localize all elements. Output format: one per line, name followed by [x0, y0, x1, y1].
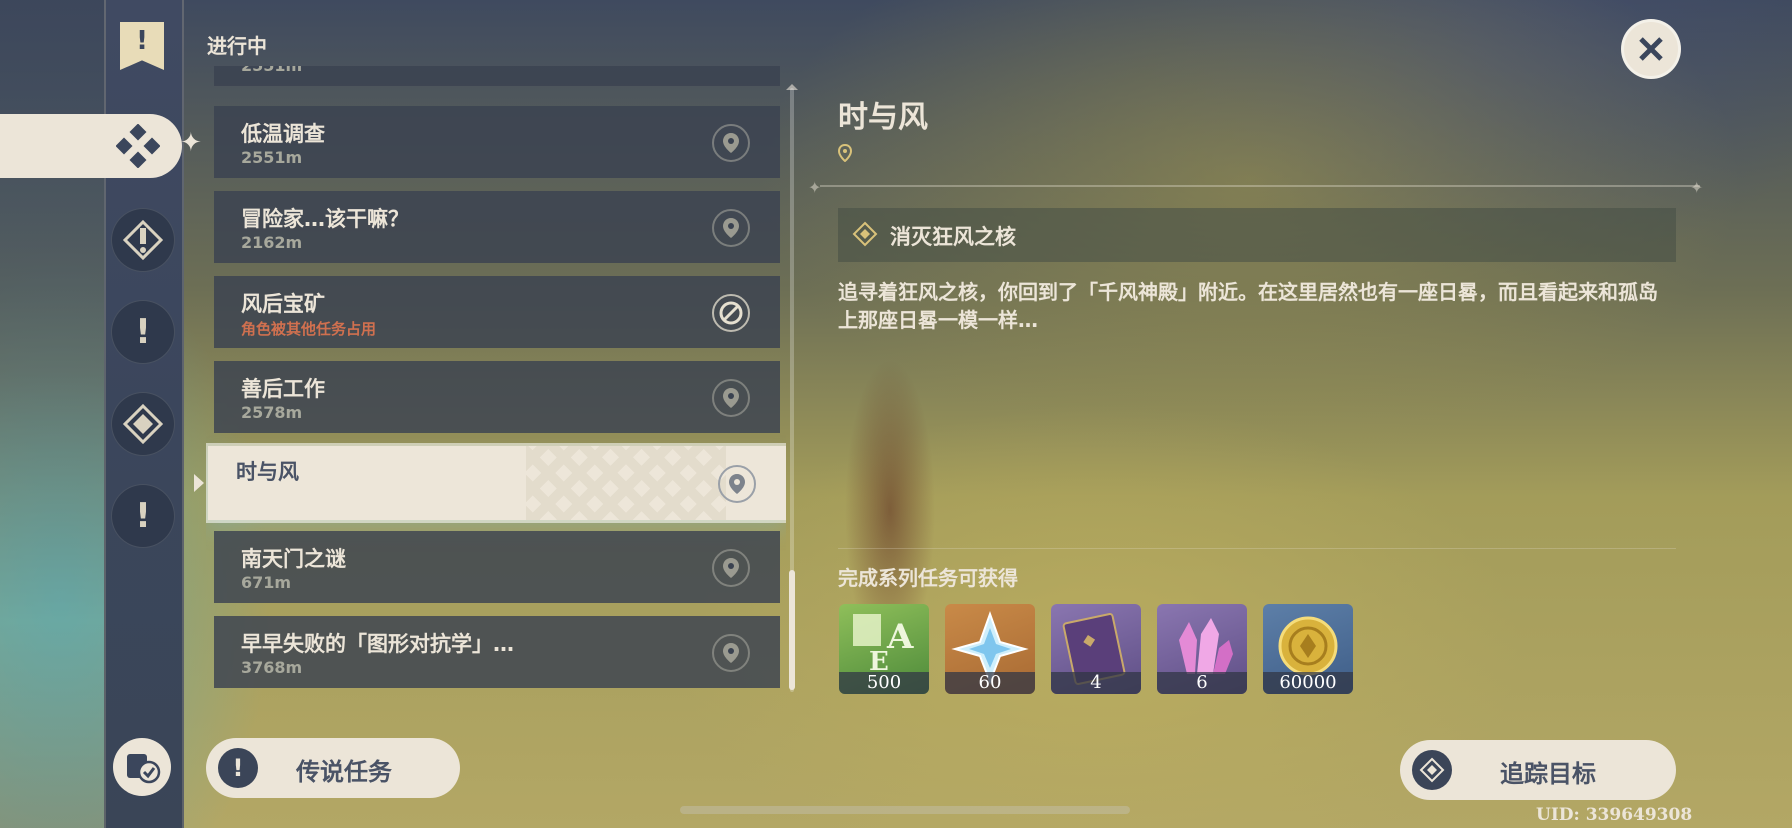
map-pin-icon[interactable] — [712, 209, 750, 247]
rail-tab-archon-quests[interactable] — [111, 208, 175, 272]
quest-title: 低温调查 — [241, 122, 325, 146]
quest-title: 早早失败的「图形对抗学」… — [241, 632, 514, 656]
legend-quest-icon: ! — [218, 748, 258, 788]
quest-item[interactable]: 低温调查 2551m — [214, 106, 780, 178]
exclamation-icon: ! — [135, 496, 151, 536]
close-button[interactable] — [1621, 19, 1681, 79]
quest-title: 善后工作 — [241, 377, 325, 401]
objective-diamond-icon — [852, 221, 878, 247]
track-objective-label: 追踪目标 — [1500, 760, 1596, 788]
objective-text: 消灭狂风之核 — [890, 225, 1016, 249]
quest-distance: 2551m — [241, 66, 302, 75]
quest-distance: 671m — [241, 573, 292, 592]
rail-tab-event-quests[interactable]: ! — [111, 484, 175, 548]
reward-count: 500 — [839, 672, 929, 694]
quest-distance: 2162m — [241, 233, 303, 252]
player-uid: UID: 339649308 — [1536, 805, 1693, 825]
rewards-divider — [838, 548, 1676, 549]
map-pin-icon[interactable] — [712, 379, 750, 417]
svg-text:A: A — [886, 617, 914, 657]
reward-count: 6 — [1157, 672, 1247, 694]
selected-sparkle-icon: ✦ — [180, 128, 202, 158]
legend-quests-label: 传说任务 — [296, 758, 392, 786]
quest-title: 风后宝矿 — [241, 292, 325, 316]
world-quest-icon — [116, 124, 160, 168]
quest-item[interactable]: 2551m — [214, 66, 780, 86]
map-pin-icon[interactable] — [712, 124, 750, 162]
reward-heros-wit[interactable]: 4 — [1051, 604, 1141, 694]
quest-item[interactable]: 早早失败的「图形对抗学」… 3768m — [214, 616, 780, 688]
map-pin-icon[interactable] — [712, 549, 750, 587]
divider-ornament-left: ✦ — [808, 178, 822, 197]
scrollbar-thumb[interactable] — [789, 570, 795, 690]
bottom-handle — [680, 806, 1130, 814]
current-objective: 消灭狂风之核 — [838, 208, 1676, 262]
quest-list: 2551m 低温调查 2551m 冒险家…该干嘛？ 2162m 风后宝矿 角色被… — [206, 66, 786, 694]
archon-quest-icon — [122, 219, 164, 261]
track-diamond-icon — [1412, 750, 1452, 790]
commission-icon — [122, 403, 164, 445]
quest-blocked-notice: 角色被其他任务占用 — [241, 320, 377, 338]
title-divider — [820, 185, 1700, 187]
reward-adventure-exp[interactable]: A E 500 — [839, 604, 929, 694]
rail-tab-world-quests[interactable] — [0, 114, 182, 178]
quest-list-scrollbar[interactable] — [789, 88, 795, 692]
map-pin-icon[interactable] — [718, 465, 756, 503]
quest-item[interactable]: 风后宝矿 角色被其他任务占用 — [214, 276, 780, 348]
exclamation-icon: ! — [135, 312, 151, 352]
quest-item-selected[interactable]: 时与风 — [208, 446, 786, 520]
map-pin-icon[interactable] — [712, 634, 750, 672]
quest-item[interactable]: 南天门之谜 671m — [214, 531, 780, 603]
legend-quests-button[interactable]: ! 传说任务 — [206, 738, 460, 798]
reward-primogem[interactable]: 60 — [945, 604, 1035, 694]
quest-history-button[interactable] — [113, 738, 171, 796]
quest-title: 时与风 — [236, 460, 299, 484]
rail-tab-story-quests[interactable]: ! — [111, 300, 175, 364]
reward-mora[interactable]: 60000 — [1263, 604, 1353, 694]
selection-arrow-icon — [194, 474, 204, 492]
category-title: 进行中 — [207, 34, 267, 58]
quest-distance: 2578m — [241, 403, 303, 422]
rewards-title: 完成系列任务可获得 — [838, 566, 1018, 590]
close-icon — [1639, 37, 1663, 61]
location-pin-icon[interactable] — [837, 143, 853, 166]
selected-pattern — [526, 446, 726, 520]
reward-count: 60 — [945, 672, 1035, 694]
quest-title: 南天门之谜 — [241, 547, 346, 571]
track-objective-button[interactable]: 追踪目标 — [1400, 740, 1676, 800]
reward-enhancement-ore[interactable]: 6 — [1157, 604, 1247, 694]
reward-count: 4 — [1051, 672, 1141, 694]
divider-ornament-right: ✦ — [1690, 178, 1704, 197]
quest-item[interactable]: 冒险家…该干嘛？ 2162m — [214, 191, 780, 263]
reward-count: 60000 — [1263, 672, 1353, 694]
blocked-icon[interactable] — [712, 294, 750, 332]
quest-distance: 2551m — [241, 148, 303, 167]
quest-detail-title: 时与风 — [838, 100, 928, 135]
rail-tab-commissions[interactable] — [111, 392, 175, 456]
quest-item[interactable]: 善后工作 2578m — [214, 361, 780, 433]
quest-title: 冒险家…该干嘛？ — [241, 207, 409, 231]
completed-check-icon — [127, 754, 161, 784]
quest-distance: 3768m — [241, 658, 303, 677]
quest-description: 追寻着狂风之核，你回到了「千风神殿」附近。在这里居然也有一座日晷，而且看起来和孤… — [838, 280, 1658, 332]
